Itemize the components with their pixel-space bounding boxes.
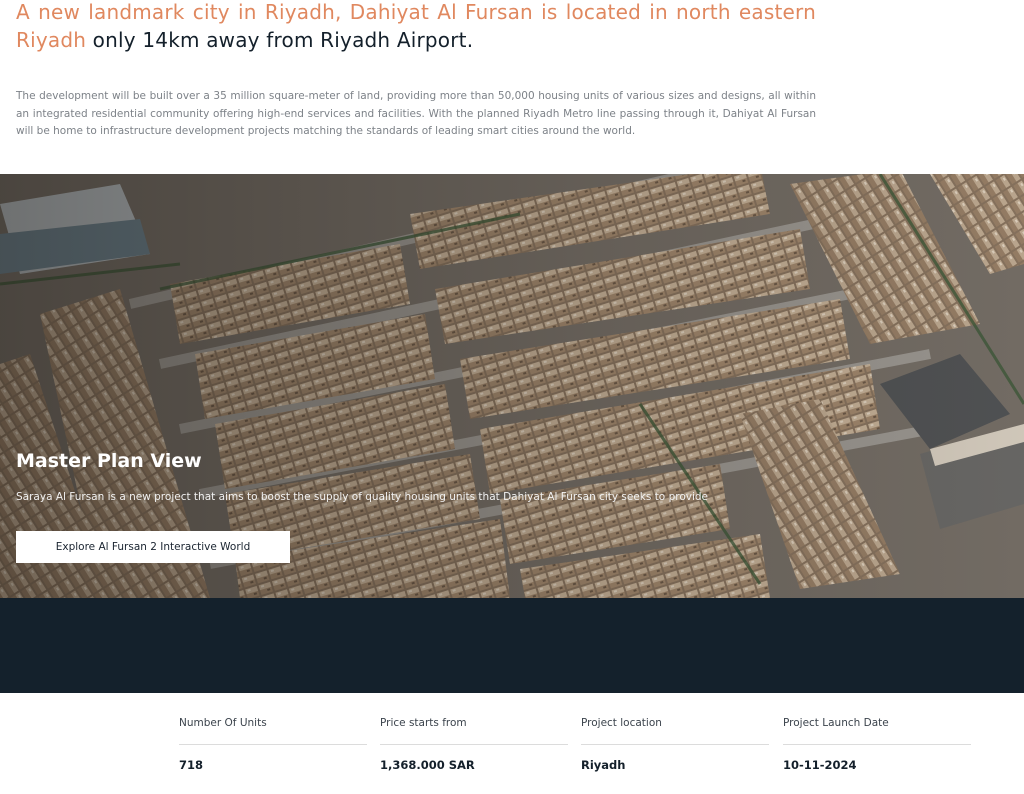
project-stats: Number Of Units 718 Price starts from 1,… — [0, 693, 1024, 794]
stat-label: Price starts from — [380, 717, 467, 729]
stat-label: Project location — [581, 717, 662, 729]
stat-label: Number Of Units — [179, 717, 267, 729]
explore-interactive-world-button[interactable]: Explore Al Fursan 2 Interactive World — [16, 531, 290, 563]
stat-value: Riyadh — [581, 758, 626, 772]
intro-description: The development will be built over a 35 … — [16, 90, 816, 137]
intro-section: A new landmark city in Riyadh, Dahiyat A… — [0, 0, 1024, 174]
headline-rest: only 14km away from Riyadh Airport. — [86, 28, 474, 52]
stat-divider — [179, 744, 367, 745]
stat-label: Project Launch Date — [783, 717, 889, 729]
stat-divider — [581, 744, 769, 745]
intro-headline: A new landmark city in Riyadh, Dahiyat A… — [16, 0, 816, 54]
headline-accent: A new landmark city in Riyadh, Dahiyat A… — [16, 0, 816, 24]
hero-title: Master Plan View — [16, 450, 202, 472]
master-plan-hero: Master Plan View Saraya Al Fursan is a n… — [0, 174, 1024, 598]
stat-divider — [380, 744, 568, 745]
hero-subtitle: Saraya Al Fursan is a new project that a… — [16, 491, 709, 503]
stat-divider — [783, 744, 971, 745]
stat-value: 718 — [179, 758, 204, 772]
stat-value: 10-11-2024 — [783, 758, 857, 772]
dark-divider-band — [0, 598, 1024, 693]
stat-value: 1,368.000 SAR — [380, 758, 475, 772]
headline-accent-city: Riyadh — [16, 28, 87, 52]
